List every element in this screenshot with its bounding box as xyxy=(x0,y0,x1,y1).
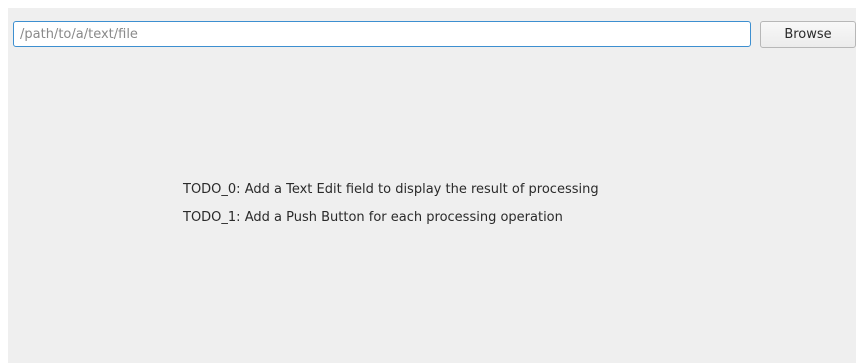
file-path-input[interactable] xyxy=(13,21,751,47)
todo-notes: TODO_0: Add a Text Edit field to display… xyxy=(183,180,743,236)
todo-label-1: TODO_1: Add a Push Button for each proce… xyxy=(183,210,563,225)
browse-button[interactable]: Browse xyxy=(760,21,856,48)
file-selector-row: Browse xyxy=(13,21,856,48)
todo-label-0: TODO_0: Add a Text Edit field to display… xyxy=(183,182,599,197)
